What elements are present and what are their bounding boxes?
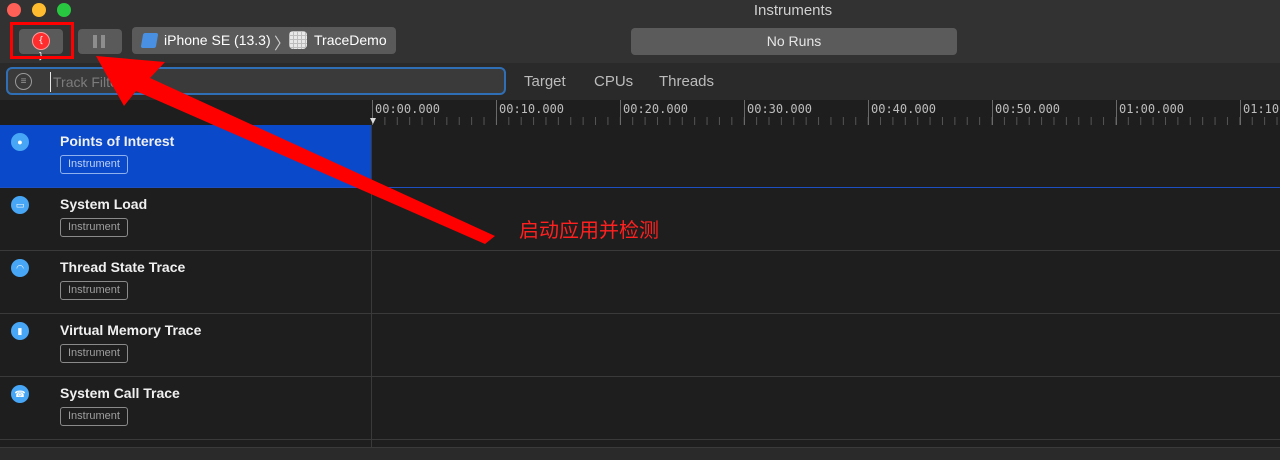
track-name: Points of Interest xyxy=(60,133,175,149)
track-header[interactable]: ▭ System Load Instrument xyxy=(0,188,371,250)
ruler-tick: 00:50.000 xyxy=(992,100,1060,125)
filter-icon[interactable]: ≡ xyxy=(15,73,32,90)
target-app-label: TraceDemo xyxy=(314,32,387,48)
pin-icon: ● xyxy=(11,133,29,151)
ruler-tick: 00:20.000 xyxy=(620,100,688,125)
device-icon xyxy=(140,33,159,48)
track-type-tag: Instrument xyxy=(60,155,128,174)
track-name: System Load xyxy=(60,196,148,212)
track-row-system-call-trace[interactable]: ☎ System Call Trace Instrument xyxy=(0,377,1280,440)
pause-icon xyxy=(93,35,97,48)
sidebar-divider[interactable] xyxy=(371,125,372,447)
playhead-marker[interactable] xyxy=(370,118,376,124)
app-icon xyxy=(289,31,307,49)
close-window-button[interactable] xyxy=(7,3,21,17)
ruler-tick: 00:40.000 xyxy=(868,100,936,125)
track-filter-field[interactable]: ≡ xyxy=(6,67,506,95)
pause-button[interactable] xyxy=(78,29,122,54)
gauge-icon: ▭ xyxy=(11,196,29,214)
phone-icon: ☎ xyxy=(11,385,29,403)
filter-bar: ≡ Target CPUs Threads xyxy=(0,63,1280,100)
track-name: System Call Trace xyxy=(60,385,180,401)
annotation-text: 启动应用并检测 xyxy=(519,220,659,242)
ruler-minor-ticks xyxy=(372,117,1280,125)
ruler-tick-label: 00:30.000 xyxy=(747,102,813,116)
track-row-thread-state-trace[interactable]: ◠ Thread State Trace Instrument xyxy=(0,251,1280,314)
window-titlebar: Instruments { } iPhone SE (13.3) 〉 Trace… xyxy=(0,0,1280,63)
ruler-tick: 00:30.000 xyxy=(744,100,812,125)
time-ruler[interactable]: 00:00.000 00:10.000 00:20.000 00:30.000 … xyxy=(372,100,1280,125)
target-device-selector[interactable]: iPhone SE (13.3) 〉 TraceDemo xyxy=(132,27,396,54)
chevron-right-icon: 〉 xyxy=(274,36,291,53)
track-name: Thread State Trace xyxy=(60,259,186,275)
tab-target[interactable]: Target xyxy=(524,73,566,90)
ruler-tick-label: 00:50.000 xyxy=(995,102,1061,116)
ruler-tick-label: 00:40.000 xyxy=(871,102,937,116)
track-row-points-of-interest[interactable]: ● Points of Interest Instrument xyxy=(0,125,1280,188)
ruler-tick-label: 01:00.000 xyxy=(1119,102,1185,116)
memory-icon: ▮ xyxy=(11,322,29,340)
device-label: iPhone SE (13.3) xyxy=(164,32,271,48)
window-title: Instruments xyxy=(753,2,833,19)
zoom-window-button[interactable] xyxy=(57,3,71,17)
track-type-tag: Instrument xyxy=(60,281,128,300)
track-type-tag: Instrument xyxy=(60,407,128,426)
tab-threads[interactable]: Threads xyxy=(659,73,714,90)
ruler-tick-label: 00:10.000 xyxy=(499,102,565,116)
ruler-tick-label: 00:20.000 xyxy=(623,102,689,116)
track-header[interactable]: ☎ System Call Trace Instrument xyxy=(0,377,371,439)
track-type-tag: Instrument xyxy=(60,344,128,363)
track-name: Virtual Memory Trace xyxy=(60,322,202,338)
track-header[interactable]: ▮ Virtual Memory Trace Instrument xyxy=(0,314,371,376)
track-filter-input[interactable] xyxy=(50,72,495,92)
ruler-tick: 00:10.000 xyxy=(496,100,564,125)
detail-pane-divider[interactable] xyxy=(0,447,1280,460)
track-type-tag: Instrument xyxy=(60,218,128,237)
record-button-highlight xyxy=(10,22,74,59)
runs-indicator[interactable]: No Runs xyxy=(631,28,957,55)
minimize-window-button[interactable] xyxy=(32,3,46,17)
ruler-tick-label: 01:10.000 xyxy=(1243,102,1280,116)
ruler-tick: 01:10.000 xyxy=(1240,100,1280,125)
track-header[interactable]: ◠ Thread State Trace Instrument xyxy=(0,251,371,313)
ruler-tick: 01:00.000 xyxy=(1116,100,1184,125)
tab-cpus[interactable]: CPUs xyxy=(594,73,633,90)
track-row-virtual-memory-trace[interactable]: ▮ Virtual Memory Trace Instrument xyxy=(0,314,1280,377)
track-header[interactable]: ● Points of Interest Instrument xyxy=(0,125,371,187)
thread-state-icon: ◠ xyxy=(11,259,29,277)
ruler-tick-label: 00:00.000 xyxy=(375,102,441,116)
